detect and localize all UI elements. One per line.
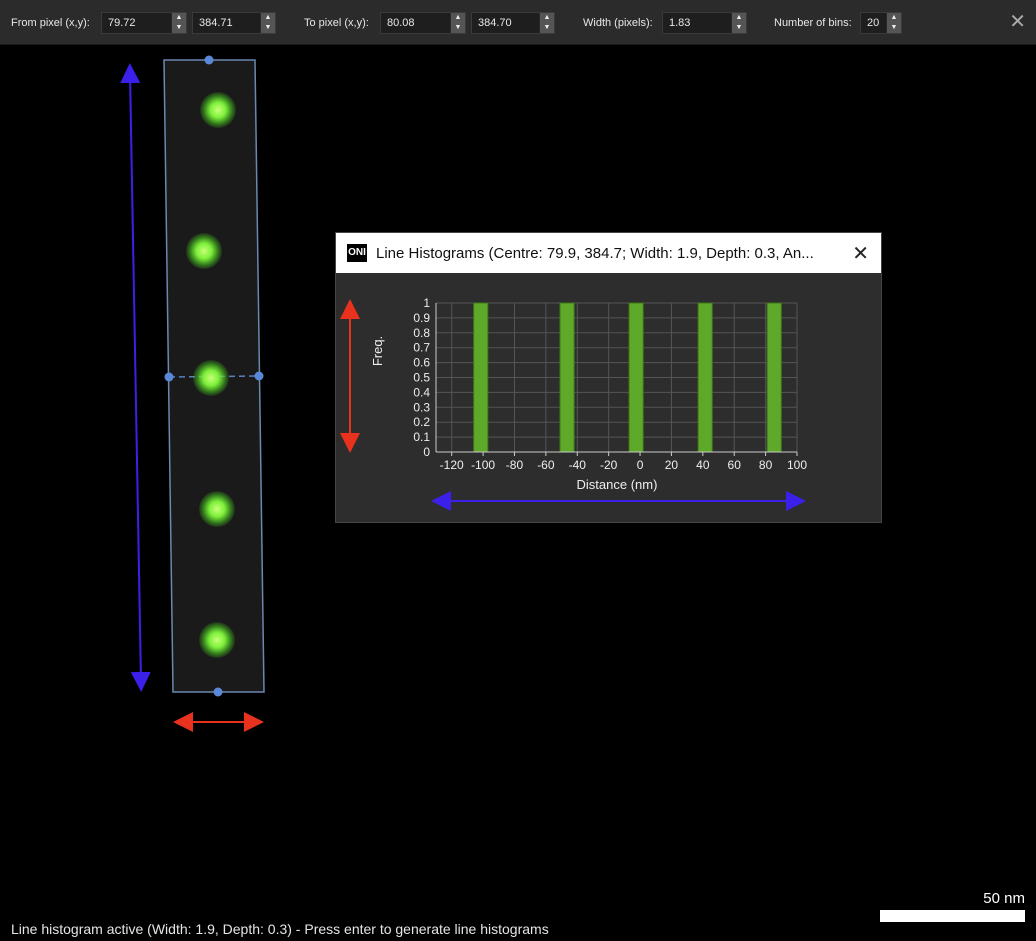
spin-up-icon[interactable]: ▲ [887,13,901,23]
from-x-value: 79.72 [108,17,136,29]
to-x-spin-arrows[interactable]: ▲ ▼ [450,13,465,33]
fluorescent-spot [186,233,222,269]
oni-logo-icon: ONI [347,244,367,262]
spin-down-icon[interactable]: ▼ [887,23,901,33]
histogram-bar [628,302,644,453]
close-icon[interactable]: ✕ [1009,12,1026,32]
from-x-spin-arrows[interactable]: ▲ ▼ [171,13,186,33]
width-value: 1.83 [669,17,691,29]
to-y-value: 384.70 [478,17,512,29]
histogram-chart: 00.10.20.30.40.50.60.70.80.91-120 -100 -80… [340,296,807,511]
from-y-value: 384.71 [199,17,233,29]
from-x-spinbox[interactable]: 79.72 ▲ ▼ [101,12,187,34]
spin-down-icon[interactable]: ▼ [451,23,465,33]
x-axis-label: Distance (nm) [577,477,658,492]
y-tick-label: 0 [423,445,430,459]
spin-down-icon[interactable]: ▼ [540,23,554,33]
y-tick-label: 0.8 [413,326,430,340]
histogram-bar [559,302,575,453]
to-pixel-label: To pixel (x,y): [304,17,369,29]
width-spinbox[interactable]: 1.83 ▲ ▼ [662,12,747,34]
y-axis-label: Freq. [370,336,385,366]
fluorescent-spot [193,360,229,396]
spin-up-icon[interactable]: ▲ [172,13,186,23]
x-tick-label: -40 [569,458,587,472]
spin-up-icon[interactable]: ▲ [451,13,465,23]
roi-top-handle[interactable] [204,55,214,65]
x-tick-label: -20 [600,458,618,472]
y-tick-label: 0.1 [413,430,430,444]
spin-up-icon[interactable]: ▲ [261,13,275,23]
x-tick-label: -80 [506,458,524,472]
y-tick-label: 0.7 [413,341,430,355]
fluorescent-spot [200,92,236,128]
roi-left-handle[interactable] [164,372,174,382]
y-tick-label: 0.9 [413,311,430,325]
roi-right-handle[interactable] [254,371,264,381]
line-histograms-window[interactable]: ONI Line Histograms (Centre: 79.9, 384.7… [335,232,882,523]
bins-spin-arrows[interactable]: ▲ ▼ [886,13,901,33]
toolbar: From pixel (x,y): 79.72 ▲ ▼ 384.71 ▲ ▼ To … [0,0,1036,45]
to-x-value: 80.08 [387,17,415,29]
status-bar-text: Line histogram active (Width: 1.9, Depth… [11,921,549,937]
x-tick-label: -120 [440,458,464,472]
fluorescent-spot [199,622,235,658]
length-arrow [120,63,151,692]
spin-down-icon[interactable]: ▼ [261,23,275,33]
scale-bar [880,910,1025,922]
scale-bar-label: 50 nm [983,890,1025,907]
y-tick-label: 0.2 [413,415,430,429]
y-tick-label: 0.6 [413,356,430,370]
spin-down-icon[interactable]: ▼ [172,23,186,33]
x-tick-label: 80 [759,458,773,472]
y-tick-label: 0.5 [413,371,430,385]
bins-label: Number of bins: [774,17,852,29]
x-tick-label: 20 [665,458,679,472]
histogram-bar [473,302,489,453]
histogram-titlebar[interactable]: ONI Line Histograms (Centre: 79.9, 384.7… [336,233,881,273]
x-tick-label: 40 [696,458,710,472]
to-y-spinbox[interactable]: 384.70 ▲ ▼ [471,12,555,34]
bins-value: 20 [867,17,880,29]
chart-grid [436,302,798,453]
fluorescent-spot [199,491,235,527]
from-y-spinbox[interactable]: 384.71 ▲ ▼ [192,12,276,34]
x-tick-label: -100 [471,458,495,472]
width-label: Width (pixels): [583,17,653,29]
spin-up-icon[interactable]: ▲ [540,13,554,23]
histogram-bar [697,302,713,453]
y-tick-label: 0.3 [413,400,430,414]
x-tick-label: 60 [728,458,742,472]
y-tick-label: 0.4 [413,385,430,399]
histogram-window-title: Line Histograms (Centre: 79.9, 384.7; Wi… [376,245,814,262]
to-y-spin-arrows[interactable]: ▲ ▼ [539,13,554,33]
spin-up-icon[interactable]: ▲ [732,13,746,23]
close-icon[interactable]: ✕ [852,241,869,266]
spin-down-icon[interactable]: ▼ [732,23,746,33]
bins-spinbox[interactable]: 20 ▲ ▼ [860,12,902,34]
roi-bottom-handle[interactable] [213,687,223,697]
x-tick-label: 100 [787,458,807,472]
y-tick-label: 1 [423,296,430,310]
x-tick-label: 0 [637,458,644,472]
from-pixel-label: From pixel (x,y): [11,17,90,29]
to-x-spinbox[interactable]: 80.08 ▲ ▼ [380,12,466,34]
from-y-spin-arrows[interactable]: ▲ ▼ [260,13,275,33]
width-spin-arrows[interactable]: ▲ ▼ [731,13,746,33]
histogram-bar [766,302,782,453]
x-tick-label: -60 [537,458,555,472]
